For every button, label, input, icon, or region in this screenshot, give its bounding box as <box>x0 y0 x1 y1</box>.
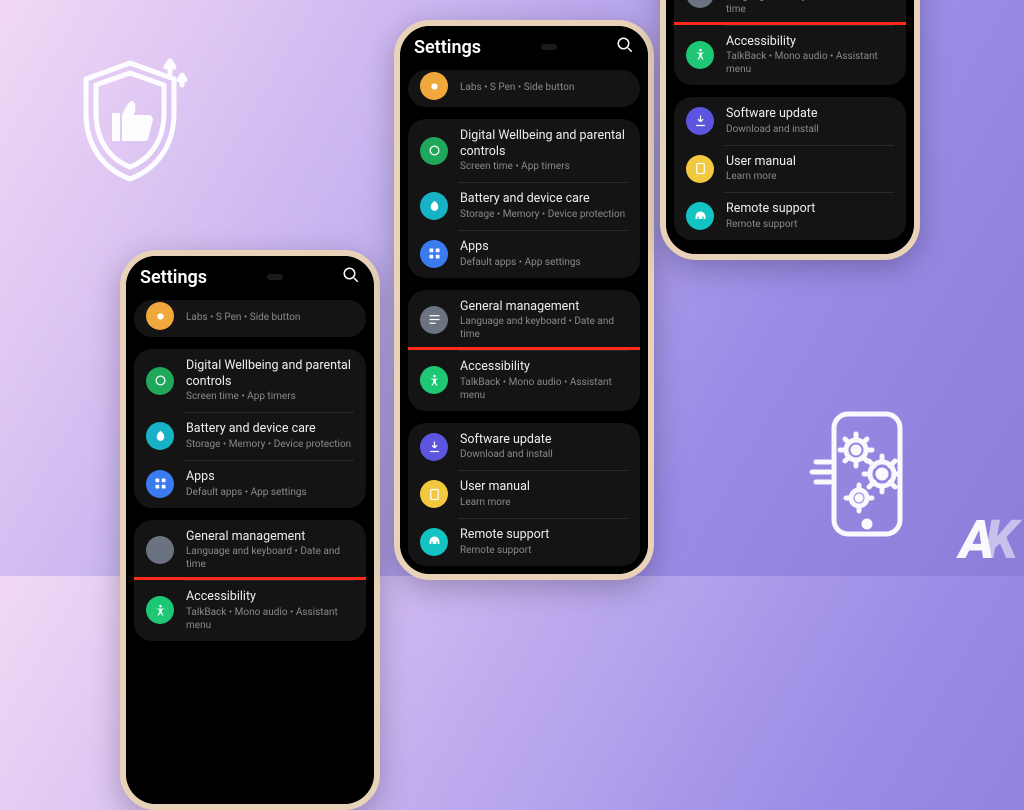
apps-icon <box>146 470 174 498</box>
row-label: General management <box>460 299 628 315</box>
row-remote-support[interactable]: Remote supportRemote support <box>408 518 640 566</box>
row-sub: Download and install <box>726 123 819 136</box>
row-label: Digital Wellbeing and parental controls <box>186 358 354 389</box>
row-sub: Labs • S Pen • Side button <box>460 81 574 94</box>
phone-mockup-2: Settings Labs • S Pen • Side button Digi… <box>394 20 654 580</box>
row-advanced-features[interactable]: Labs • S Pen • Side button <box>134 300 366 337</box>
accessibility-icon <box>420 366 448 394</box>
row-advanced-features[interactable]: Labs • S Pen • Side button <box>408 70 640 107</box>
row-sub: Labs • S Pen • Side button <box>186 311 300 324</box>
row-battery-care[interactable]: Battery and device careStorage • Memory … <box>134 412 366 460</box>
general-icon <box>146 536 174 564</box>
settings-group: Digital Wellbeing and parental controlsS… <box>134 349 366 508</box>
row-sub: Download and install <box>460 448 553 461</box>
row-sub: Remote support <box>460 544 549 557</box>
battery-icon <box>420 192 448 220</box>
row-sub: Learn more <box>460 496 530 509</box>
settings-group: General managementLanguage and keyboard … <box>134 520 366 641</box>
settings-group: Labs • S Pen • Side button <box>408 70 640 107</box>
advanced-icon <box>146 302 174 330</box>
row-sub: TalkBack • Mono audio • Assistant menu <box>726 50 894 76</box>
row-sub: Language and keyboard • Date and time <box>726 0 894 16</box>
camera-cutout <box>267 274 283 280</box>
row-sub: Screen time • App timers <box>460 160 628 173</box>
row-apps[interactable]: AppsDefault apps • App settings <box>408 230 640 278</box>
battery-icon <box>146 422 174 450</box>
general-icon <box>686 0 714 8</box>
row-sub: Remote support <box>726 218 815 231</box>
row-label: Apps <box>186 469 307 485</box>
row-sub: Storage • Memory • Device protection <box>186 438 351 451</box>
row-sub: Learn more <box>726 170 796 183</box>
settings-group: General managementLanguage and keyboard … <box>408 290 640 411</box>
advanced-icon <box>420 72 448 100</box>
row-digital-wellbeing[interactable]: Digital Wellbeing and parental controlsS… <box>408 119 640 182</box>
row-digital-wellbeing[interactable]: Digital Wellbeing and parental controlsS… <box>134 349 366 412</box>
settings-group: Digital Wellbeing and parental controlsS… <box>408 119 640 278</box>
row-label: Battery and device care <box>186 421 351 437</box>
row-label: Remote support <box>460 527 549 543</box>
row-software-update[interactable]: Software updateDownload and install <box>408 423 640 471</box>
row-label: Accessibility <box>460 359 628 375</box>
manual-icon <box>686 155 714 183</box>
row-label: User manual <box>460 479 530 495</box>
remote-icon <box>420 528 448 556</box>
row-sub: Screen time • App timers <box>186 390 354 403</box>
row-label: Remote support <box>726 201 815 217</box>
row-accessibility[interactable]: AccessibilityTalkBack • Mono audio • Ass… <box>408 347 640 411</box>
row-label: Battery and device care <box>460 191 625 207</box>
row-label: Accessibility <box>186 589 354 605</box>
row-user-manual[interactable]: User manualLearn more <box>674 145 906 193</box>
settings-group: Labs • S Pen • Side button <box>134 300 366 337</box>
row-sub: Default apps • App settings <box>460 256 581 269</box>
row-sub: Language and keyboard • Date and time <box>460 315 628 341</box>
wellbeing-icon <box>146 367 174 395</box>
settings-header: Settings <box>126 256 374 294</box>
phone-gears-icon <box>804 406 924 546</box>
row-user-manual[interactable]: User manualLearn more <box>408 470 640 518</box>
row-apps[interactable]: AppsDefault apps • App settings <box>134 460 366 508</box>
row-label: Digital Wellbeing and parental controls <box>460 128 628 159</box>
row-accessibility[interactable]: AccessibilityTalkBack • Mono audio • Ass… <box>674 22 906 86</box>
accessibility-icon <box>146 596 174 624</box>
settings-group: Software updateDownload and install User… <box>674 97 906 240</box>
accessibility-icon <box>686 41 714 69</box>
camera-cutout <box>541 44 557 50</box>
apps-icon <box>420 240 448 268</box>
search-icon[interactable] <box>342 266 360 288</box>
row-sub: Storage • Memory • Device protection <box>460 208 625 221</box>
search-icon[interactable] <box>616 36 634 58</box>
row-sub: Default apps • App settings <box>186 486 307 499</box>
row-label: Software update <box>726 106 819 122</box>
phone-mockup-1: Settings Labs • S Pen • Side button Digi… <box>120 250 380 810</box>
update-icon <box>686 107 714 135</box>
update-icon <box>420 433 448 461</box>
row-label: General management <box>186 529 354 545</box>
row-general-management[interactable]: General managementLanguage and keyboard … <box>408 290 640 351</box>
ak-logo: AK <box>959 509 1014 572</box>
remote-icon <box>686 202 714 230</box>
phone-mockup-3: AppsDefault apps • App settings General … <box>660 0 920 260</box>
row-label: Software update <box>460 432 553 448</box>
row-remote-support[interactable]: Remote supportRemote support <box>674 192 906 240</box>
general-icon <box>420 306 448 334</box>
row-sub: TalkBack • Mono audio • Assistant menu <box>460 376 628 402</box>
shield-thumbs-icon <box>70 55 190 185</box>
wellbeing-icon <box>420 137 448 165</box>
settings-group: General managementLanguage and keyboard … <box>674 0 906 85</box>
row-sub: Language and keyboard • Date and time <box>186 545 354 571</box>
row-software-update[interactable]: Software updateDownload and install <box>674 97 906 145</box>
settings-group: Software updateDownload and install User… <box>408 423 640 566</box>
settings-header: Settings <box>400 26 648 64</box>
row-label: Accessibility <box>726 34 894 50</box>
row-label: Apps <box>460 239 581 255</box>
row-label: User manual <box>726 154 796 170</box>
row-sub: TalkBack • Mono audio • Assistant menu <box>186 606 354 632</box>
row-battery-care[interactable]: Battery and device careStorage • Memory … <box>408 182 640 230</box>
page-title: Settings <box>140 267 207 288</box>
row-general-management[interactable]: General managementLanguage and keyboard … <box>134 520 366 581</box>
page-title: Settings <box>414 37 481 58</box>
manual-icon <box>420 480 448 508</box>
row-accessibility[interactable]: AccessibilityTalkBack • Mono audio • Ass… <box>134 577 366 641</box>
